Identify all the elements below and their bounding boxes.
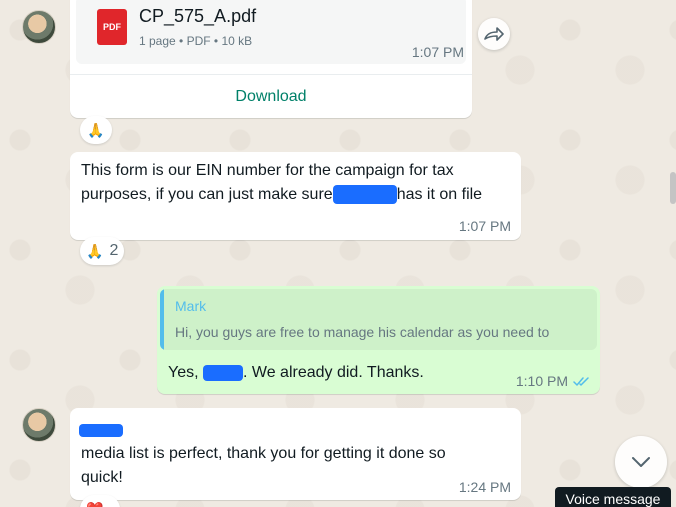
quote-bar <box>160 289 164 350</box>
message-time: 1:07 PM <box>411 44 464 60</box>
message-text-line: Yes, . We already did. Thanks. <box>168 361 424 385</box>
redacted-name <box>332 185 397 205</box>
redacted-name <box>203 364 243 381</box>
text-message-bubble[interactable]: This form is our EIN number for the camp… <box>70 152 521 240</box>
outgoing-message-bubble[interactable]: Mark Hi, you guys are free to manage his… <box>157 286 600 394</box>
message-reaction[interactable]: ❤️ <box>80 495 120 507</box>
message-reaction[interactable]: 🙏 <box>80 116 112 144</box>
contact-avatar[interactable] <box>22 10 56 44</box>
pray-emoji-icon: 🙏 <box>86 242 104 259</box>
download-button[interactable]: Download <box>70 75 472 118</box>
heart-emoji-icon: ❤️ <box>86 501 103 507</box>
message-text-segment: purposes, if you can just make sure <box>81 186 333 203</box>
message-time: 1:07 PM <box>458 218 511 234</box>
chevron-down-icon <box>632 457 650 467</box>
pdf-badge-label: PDF <box>103 22 121 32</box>
redacted-sender-name <box>79 424 123 437</box>
message-text-line: purposes, if you can just make sure has i… <box>81 183 511 207</box>
voice-message-tooltip: Voice message <box>555 487 671 507</box>
message-reaction[interactable]: 🙏 2 <box>80 237 125 265</box>
quoted-message[interactable]: Mark Hi, you guys are free to manage his… <box>160 289 597 350</box>
contact-avatar[interactable] <box>22 408 56 442</box>
message-time: 1:24 PM <box>458 479 511 495</box>
file-attachment-card[interactable]: PDF CP_575_A.pdf 1 page • PDF • 10 kB <box>76 0 466 64</box>
scrollbar-thumb[interactable] <box>670 172 676 204</box>
message-time: 1:10 PM <box>515 373 568 389</box>
double-check-icon <box>573 377 589 386</box>
file-name: CP_575_A.pdf <box>139 6 257 26</box>
message-text-line: This form is our EIN number for the camp… <box>81 162 454 179</box>
message-text-segment: . We already did. Thanks. <box>243 364 424 381</box>
message-text-segment: has it on file <box>396 186 483 203</box>
text-message-bubble[interactable]: media list is perfect, thank you for get… <box>70 408 521 500</box>
pray-emoji-icon: 🙏 <box>87 121 105 138</box>
reaction-count: 2 <box>109 242 119 259</box>
file-message-bubble[interactable]: PDF CP_575_A.pdf 1 page • PDF • 10 kB 1:… <box>70 0 472 118</box>
message-text-line: media list is perfect, thank you for get… <box>81 445 446 462</box>
scroll-to-bottom-button[interactable] <box>615 436 667 488</box>
quoted-author: Mark <box>175 298 207 314</box>
message-text-segment: Yes, <box>168 364 199 381</box>
file-meta: 1 page • PDF • 10 kB <box>139 34 253 48</box>
message-text-line: quick! <box>81 469 123 486</box>
quoted-text: Hi, you guys are free to manage his cale… <box>175 324 550 340</box>
pdf-file-icon: PDF <box>97 9 127 45</box>
forward-icon <box>484 27 504 41</box>
forward-button[interactable] <box>478 18 510 50</box>
